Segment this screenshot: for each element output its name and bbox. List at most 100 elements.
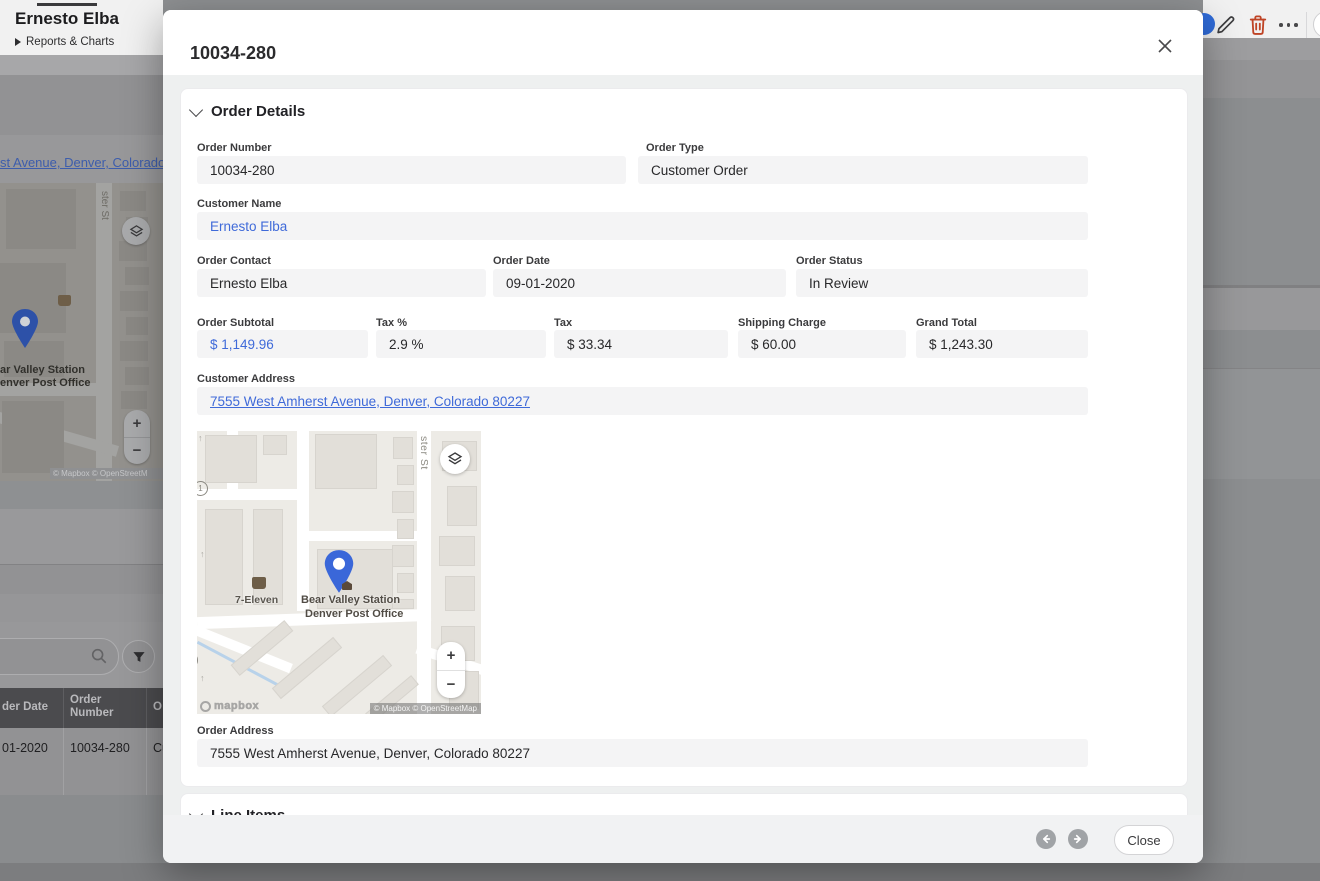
background-table-row[interactable]: 01-2020 10034-280 Cu <box>0 728 163 795</box>
zoom-in-button[interactable]: + <box>437 642 465 670</box>
map-building <box>392 491 414 513</box>
order-status-field[interactable]: In Review <box>796 269 1088 297</box>
field-label: Order Subtotal <box>197 317 274 329</box>
map-zoom-control[interactable]: + − <box>437 642 465 698</box>
convenience-store-icon <box>252 577 266 589</box>
edit-pencil-icon[interactable] <box>1216 15 1236 35</box>
map-attribution[interactable]: © Mapbox © OpenStreetMap <box>370 703 481 714</box>
zoom-in-button[interactable]: + <box>124 410 150 437</box>
map-layers-button[interactable] <box>440 444 470 474</box>
layers-icon <box>447 451 463 467</box>
convenience-store-icon <box>58 295 71 306</box>
caret-right-icon <box>15 38 21 46</box>
mapbox-logo-circle <box>200 701 211 712</box>
column-header[interactable]: O <box>153 701 162 713</box>
map-building <box>392 545 414 567</box>
arrow-right-icon <box>1073 834 1083 844</box>
field-label: Tax % <box>376 317 407 329</box>
table-cell: 01-2020 <box>2 741 48 755</box>
map-poi-label: Denver Post Office <box>305 608 403 620</box>
order-address-field[interactable]: 7555 West Amherst Avenue, Denver, Colora… <box>197 739 1088 767</box>
field-label: Order Date <box>493 255 550 267</box>
column-header[interactable]: der Date <box>2 701 48 713</box>
map-zoom-control[interactable]: + − <box>124 410 150 464</box>
map-layers-button[interactable] <box>122 217 150 245</box>
zoom-out-button[interactable]: − <box>437 671 465 699</box>
order-details-section-header[interactable]: Order Details <box>191 103 305 120</box>
map-building <box>125 267 149 285</box>
map-street-label: ster St <box>99 191 110 220</box>
order-type-field[interactable]: Customer Order <box>638 156 1088 184</box>
map-road <box>297 431 309 611</box>
order-subtotal-link[interactable]: $ 1,149.96 <box>197 330 368 358</box>
active-tab-indicator <box>37 3 97 6</box>
more-options-button[interactable] <box>1279 23 1298 27</box>
modal-close-button[interactable] <box>1153 34 1177 58</box>
field-label: Customer Name <box>197 198 281 210</box>
map-street-label: ster St <box>418 436 430 470</box>
column-header[interactable]: Order Number <box>70 694 142 720</box>
background-page-left: st Avenue, Denver, Colorado 8 ster St <box>0 0 163 881</box>
zoom-out-button[interactable]: − <box>124 438 150 465</box>
screen: st Avenue, Denver, Colorado 8 ster St <box>0 0 1320 881</box>
order-location-map[interactable]: ster St 1 ↑ ↑ ) ↑ 7-Eleven Bear Valley S… <box>197 431 481 714</box>
close-button[interactable]: Close <box>1114 825 1174 855</box>
background-map[interactable]: ster St ar Valley Station enver Post Off… <box>0 183 163 481</box>
background-filter-button[interactable] <box>122 640 155 673</box>
order-date-field[interactable]: 09-01-2020 <box>493 269 786 297</box>
map-poi-label: ar Valley Station <box>0 364 85 376</box>
breadcrumb-label: Reports & Charts <box>26 36 114 48</box>
grand-total-field[interactable]: $ 1,243.30 <box>916 330 1088 358</box>
bg-band <box>0 565 163 594</box>
map-building <box>263 435 287 455</box>
background-table-header: der Date Order Number O <box>0 688 163 728</box>
modal-header: 10034-280 <box>163 10 1203 75</box>
background-toolbar <box>1203 0 1320 38</box>
toolbar-round-button[interactable] <box>1313 11 1320 38</box>
order-details-card: Order Details Order Number 10034-280 Ord… <box>180 88 1188 787</box>
dot <box>1294 23 1298 27</box>
bg-band <box>1203 369 1320 479</box>
customer-address-link[interactable]: 7555 West Amherst Avenue, Denver, Colora… <box>197 387 1088 415</box>
tax-field[interactable]: $ 33.34 <box>554 330 728 358</box>
table-cell: 10034-280 <box>70 741 130 755</box>
shipping-charge-field[interactable]: $ 60.00 <box>738 330 906 358</box>
field-label: Grand Total <box>916 317 977 329</box>
breadcrumb[interactable]: Reports & Charts <box>15 36 114 48</box>
background-search-input[interactable] <box>0 638 119 675</box>
search-icon <box>90 647 108 665</box>
bg-band <box>0 594 163 622</box>
delete-trash-icon[interactable] <box>1248 14 1268 36</box>
filter-funnel-icon <box>132 650 146 664</box>
map-poi-label: enver Post Office <box>0 377 90 389</box>
map-building <box>120 291 148 311</box>
map-building <box>397 573 414 593</box>
divider <box>146 688 147 728</box>
map-building <box>6 189 76 249</box>
map-building <box>120 341 148 361</box>
cut-street-label: ) <box>197 654 199 666</box>
field-label: Shipping Charge <box>738 317 826 329</box>
divider <box>1306 12 1307 38</box>
field-label: Order Contact <box>197 255 271 267</box>
divider <box>63 728 64 795</box>
map-building <box>2 401 64 473</box>
modal-title: 10034-280 <box>190 43 276 64</box>
field-label: Order Address <box>197 725 274 737</box>
tax-percent-field[interactable]: 2.9 % <box>376 330 546 358</box>
bg-band <box>0 509 163 564</box>
close-icon <box>1157 38 1173 54</box>
layers-icon <box>129 224 144 239</box>
previous-record-button[interactable] <box>1036 829 1056 849</box>
map-building <box>121 391 147 409</box>
next-record-button[interactable] <box>1068 829 1088 849</box>
order-contact-field[interactable]: Ernesto Elba <box>197 269 486 297</box>
bg-band <box>1203 38 1320 60</box>
order-number-field[interactable]: 10034-280 <box>197 156 626 184</box>
background-address-link[interactable]: st Avenue, Denver, Colorado 8 <box>0 155 163 170</box>
section-title: Order Details <box>211 103 305 120</box>
map-building <box>126 317 148 335</box>
bg-band <box>0 75 163 135</box>
customer-name-link[interactable]: Ernesto Elba <box>197 212 1088 240</box>
map-building <box>205 435 257 483</box>
